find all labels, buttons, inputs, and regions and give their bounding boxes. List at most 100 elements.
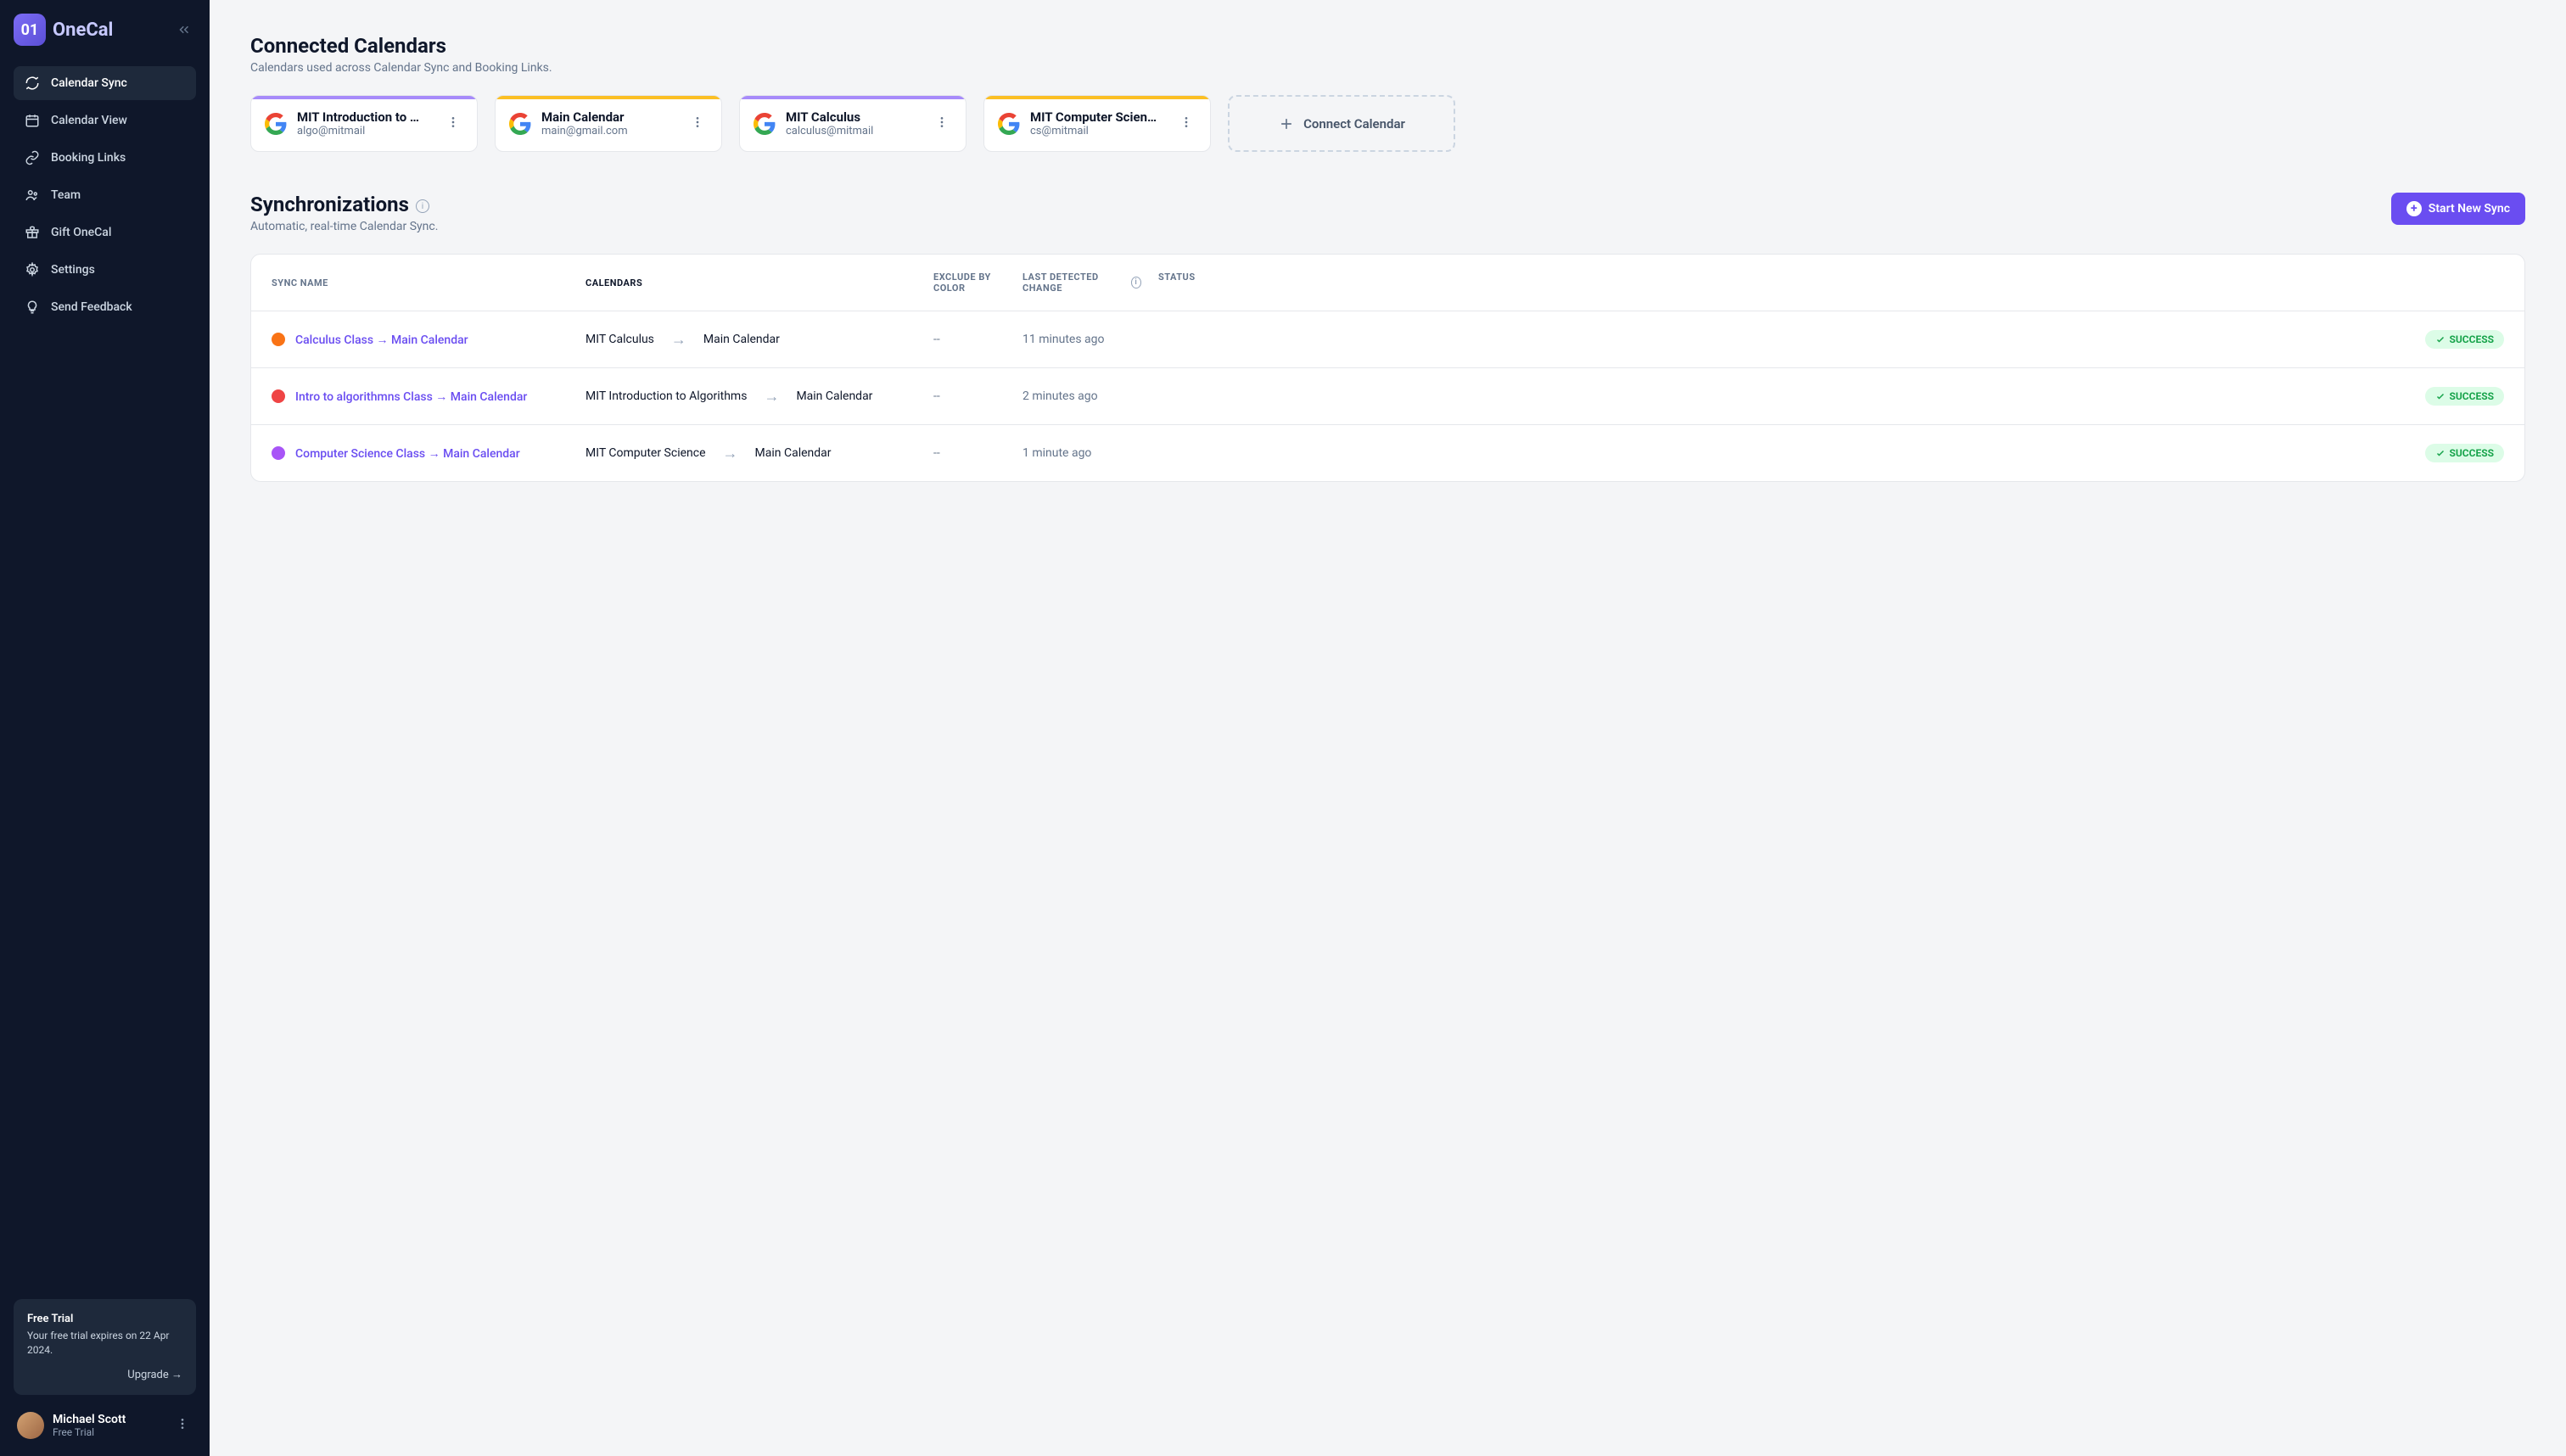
calendar-from: MIT Computer Science (585, 446, 706, 460)
calendar-menu-button[interactable] (687, 112, 708, 136)
calendar-from: MIT Introduction to Algorithms (585, 389, 747, 403)
sync-name-link[interactable]: Calculus Class → Main Calendar (295, 333, 468, 347)
sidebar: 01 OneCal Calendar Sync Calendar View Bo… (0, 0, 210, 1456)
last-change: 11 minutes ago (1022, 333, 1141, 346)
sidebar-item-label: Calendar View (51, 114, 127, 127)
sync-name-link[interactable]: Intro to algorithmns Class → Main Calend… (295, 389, 527, 404)
calendar-card[interactable]: MIT Computer Scien… cs@mitmail (983, 95, 1211, 152)
upgrade-link[interactable]: Upgrade → (27, 1368, 182, 1381)
sidebar-item-gift[interactable]: Gift OneCal (14, 216, 196, 249)
trial-card: Free Trial Your free trial expires on 22… (14, 1299, 196, 1395)
check-icon (2435, 334, 2446, 344)
user-plan: Free Trial (53, 1426, 164, 1438)
calendar-email: calculus@mitmail (786, 125, 922, 137)
connected-calendars-subtitle: Calendars used across Calendar Sync and … (250, 61, 2525, 75)
avatar[interactable] (17, 1412, 44, 1439)
sync-name-link[interactable]: Computer Science Class → Main Calendar (295, 446, 520, 461)
google-icon (754, 113, 776, 135)
calendar-cards-row: MIT Introduction to … algo@mitmail Main … (250, 95, 2525, 152)
plus-icon (1278, 115, 1295, 132)
calendar-email: main@gmail.com (541, 125, 677, 137)
dots-vertical-icon (691, 115, 704, 129)
info-icon[interactable]: i (1131, 277, 1141, 288)
sidebar-item-calendar-sync[interactable]: Calendar Sync (14, 66, 196, 100)
user-row: Michael Scott Free Trial (14, 1408, 196, 1442)
main-content: Connected Calendars Calendars used acros… (210, 0, 2566, 1456)
link-icon (24, 149, 41, 166)
info-icon[interactable]: i (416, 199, 429, 213)
check-icon (2435, 448, 2446, 458)
last-change: 2 minutes ago (1022, 389, 1141, 403)
connect-calendar-label: Connect Calendar (1303, 116, 1405, 132)
sidebar-item-label: Gift OneCal (51, 226, 111, 239)
sidebar-item-feedback[interactable]: Send Feedback (14, 290, 196, 324)
bulb-icon (24, 299, 41, 316)
status-badge: SUCCESS (2425, 444, 2504, 462)
table-row[interactable]: Computer Science Class → Main Calendar M… (251, 425, 2524, 481)
logo[interactable]: 01 OneCal (14, 14, 113, 46)
last-change: 1 minute ago (1022, 446, 1141, 460)
status-badge: SUCCESS (2425, 387, 2504, 406)
calendar-card[interactable]: MIT Introduction to … algo@mitmail (250, 95, 478, 152)
trial-title: Free Trial (27, 1313, 182, 1325)
arrow-right-icon: → (764, 388, 779, 406)
sidebar-item-settings[interactable]: Settings (14, 253, 196, 287)
exclude-value: -- (933, 333, 1022, 346)
calendar-email: cs@mitmail (1030, 125, 1166, 137)
start-new-sync-button[interactable]: + Start New Sync (2391, 193, 2525, 225)
chevron-double-left-icon (176, 22, 192, 37)
calendar-menu-button[interactable] (443, 112, 463, 136)
calendar-title: MIT Calculus (786, 109, 922, 125)
google-icon (265, 113, 287, 135)
user-name: Michael Scott (53, 1413, 164, 1426)
calendar-to: Main Calendar (755, 446, 832, 460)
calendar-to: Main Calendar (703, 333, 780, 346)
calendar-email: algo@mitmail (297, 125, 433, 137)
syncs-subtitle: Automatic, real-time Calendar Sync. (250, 220, 438, 233)
logo-row: 01 OneCal (14, 14, 196, 46)
calendar-title: Main Calendar (541, 109, 677, 125)
table-row[interactable]: Calculus Class → Main Calendar MIT Calcu… (251, 311, 2524, 368)
logo-icon: 01 (14, 14, 46, 46)
dots-vertical-icon (935, 115, 949, 129)
color-dot (272, 389, 285, 403)
dots-vertical-icon (446, 115, 460, 129)
table-header: SYNC NAME CALENDARS EXCLUDE BY COLOR LAS… (251, 255, 2524, 311)
sidebar-item-label: Team (51, 188, 81, 202)
color-dot (272, 446, 285, 460)
header-last: LAST DETECTED CHANGE i (1022, 272, 1141, 294)
check-icon (2435, 391, 2446, 401)
table-row[interactable]: Intro to algorithmns Class → Main Calend… (251, 368, 2524, 425)
header-sync-name: SYNC NAME (272, 272, 585, 294)
calendar-menu-button[interactable] (932, 112, 952, 136)
sidebar-item-team[interactable]: Team (14, 178, 196, 212)
exclude-value: -- (933, 446, 1022, 460)
user-menu-button[interactable] (172, 1414, 193, 1437)
calendar-menu-button[interactable] (1176, 112, 1196, 136)
status-badge: SUCCESS (2425, 330, 2504, 349)
sidebar-item-booking-links[interactable]: Booking Links (14, 141, 196, 175)
sidebar-item-label: Settings (51, 263, 95, 277)
plus-circle-icon: + (2406, 201, 2422, 216)
sidebar-item-calendar-view[interactable]: Calendar View (14, 104, 196, 137)
nav: Calendar Sync Calendar View Booking Link… (14, 66, 196, 324)
calendar-card[interactable]: Main Calendar main@gmail.com (495, 95, 722, 152)
connected-calendars-title: Connected Calendars (250, 34, 2525, 58)
arrow-right-icon: → (723, 445, 738, 462)
gear-icon (24, 261, 41, 278)
sidebar-item-label: Booking Links (51, 151, 126, 165)
dots-vertical-icon (1179, 115, 1193, 129)
syncs-header: Synchronizations i Automatic, real-time … (250, 193, 2525, 233)
collapse-sidebar-button[interactable] (172, 18, 196, 42)
start-new-sync-label: Start New Sync (2429, 202, 2510, 216)
google-icon (998, 113, 1020, 135)
dots-vertical-icon (176, 1417, 189, 1431)
arrow-right-icon: → (671, 331, 686, 349)
calendar-card[interactable]: MIT Calculus calculus@mitmail (739, 95, 966, 152)
calendar-to: Main Calendar (796, 389, 872, 403)
trial-message: Your free trial expires on 22 Apr 2024. (27, 1329, 182, 1358)
connect-calendar-button[interactable]: Connect Calendar (1228, 95, 1455, 152)
sidebar-item-label: Calendar Sync (51, 76, 127, 90)
calendar-from: MIT Calculus (585, 333, 654, 346)
exclude-value: -- (933, 389, 1022, 403)
